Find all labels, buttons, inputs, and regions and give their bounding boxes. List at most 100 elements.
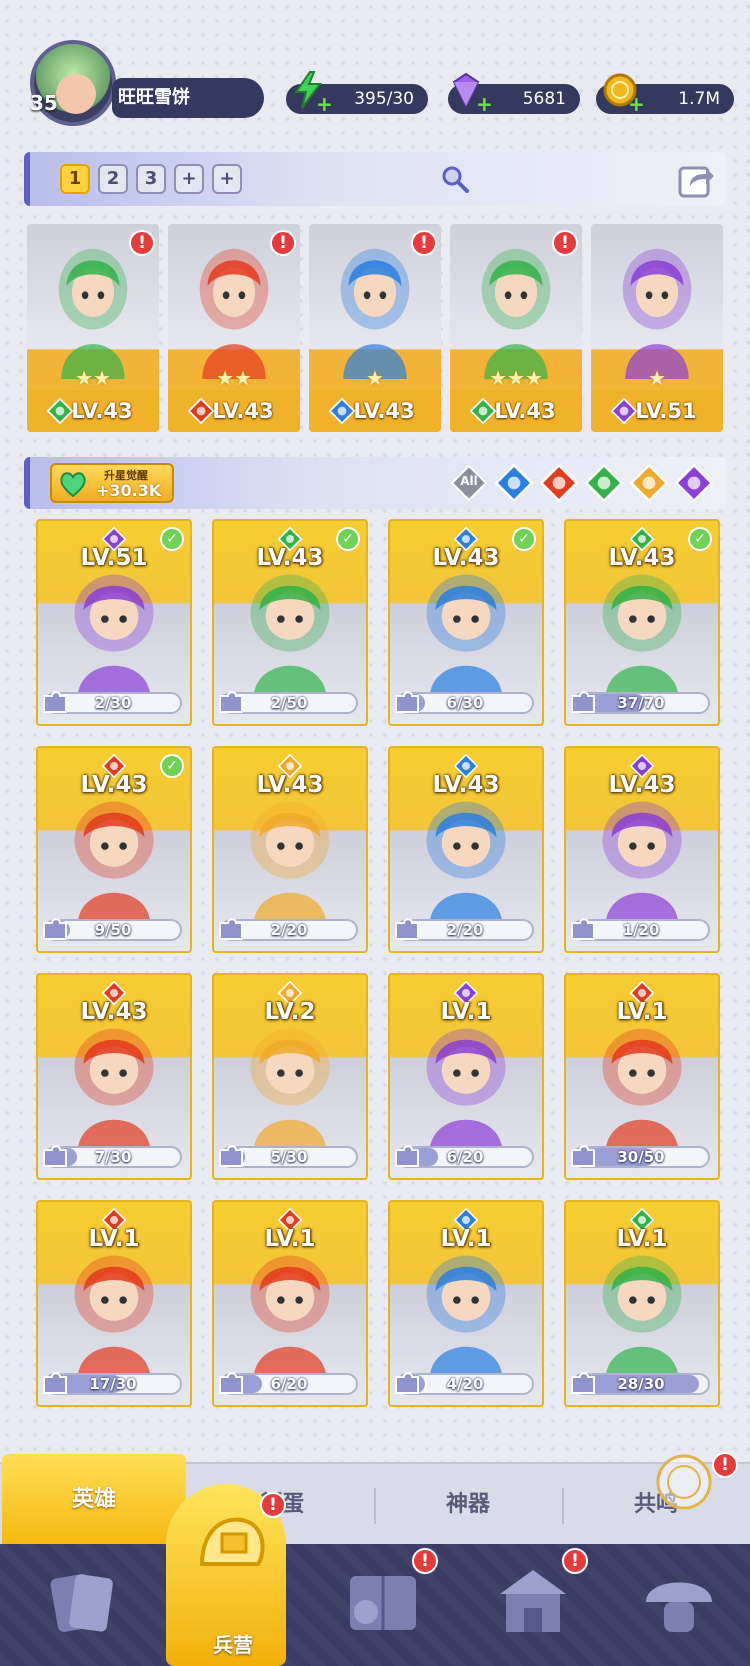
nav-barracks[interactable]: 兵营 ! [158,1484,308,1666]
hero-card[interactable]: LV.1 17/30 [36,1200,192,1407]
barracks-label: 兵营 [213,1633,253,1657]
hero-card[interactable]: LV.1 4/20 [388,1200,544,1407]
team-hero-card[interactable]: ★★ LV.43! [168,224,300,432]
top-bar: 35 旺旺雪饼 395/30 + 5681 + 1.7M + [0,0,750,130]
filter-dark-button[interactable] [674,463,714,503]
resonance-orb-icon[interactable] [652,1450,716,1514]
hero-portrait [426,574,506,699]
shard-puzzle-icon [571,691,595,713]
hero-portrait [74,1255,154,1380]
filter-fire-button[interactable] [539,463,579,503]
water-element-icon [329,398,355,424]
coins-value: 1.7M [678,89,720,109]
spellbook-icon [350,1576,416,1630]
team-hero-card[interactable]: ★★ LV.43! [27,224,159,432]
player-name[interactable]: 旺旺雪饼 [112,78,264,118]
hero-level: LV.2 [264,999,316,1025]
hero-card[interactable]: LV.2 5/30 [212,973,368,1180]
hero-level: LV.1 [440,999,492,1025]
heart-icon [60,472,86,498]
shard-puzzle-icon [43,691,67,713]
team-hero-card[interactable]: ★ LV.51 [591,224,723,432]
hero-card[interactable]: LV.43 2/20 [212,746,368,953]
team-tab-1[interactable]: 1 [60,164,90,194]
book-alert-badge: ! [412,1548,438,1574]
hero-card[interactable]: LV.51 ✓ 2/30 [36,519,192,726]
hero-level: LV.1 [440,1226,492,1252]
hero-stars: ★★★ [489,366,543,390]
energy-value: 395/30 [354,89,414,109]
hero-card[interactable]: LV.1 6/20 [212,1200,368,1407]
hero-card[interactable]: LV.1 30/50 [564,973,720,1180]
hero-portrait [426,1028,506,1153]
hero-level: LV.43 [256,772,324,798]
team-tab-add-1[interactable]: + [174,164,204,194]
filter-bar: 升星觉醒 +30.3K All [24,457,726,509]
hero-card[interactable]: LV.43 2/20 [388,746,544,953]
hero-alert-badge: ! [270,230,296,256]
filter-all-button[interactable]: All [450,464,488,502]
hero-portrait [250,1028,330,1153]
gems-plus-icon[interactable]: + [476,94,493,114]
light-element-icon [629,463,669,503]
filter-wind-button[interactable] [584,463,624,503]
shard-puzzle-icon [395,1372,419,1394]
filter-water-button[interactable] [494,463,534,503]
player-level: 35 [30,91,58,115]
upgrade-ready-check-icon: ✓ [688,527,712,551]
shard-puzzle-icon [219,691,243,713]
shrine-icon [500,1570,566,1632]
hero-portrait [74,1028,154,1153]
shard-puzzle-icon [43,918,67,940]
hero-card[interactable]: LV.43 1/20 [564,746,720,953]
cards-icon [50,1574,113,1632]
all-filter-label: All [460,474,478,488]
share-icon[interactable] [676,160,716,200]
team-tab-2[interactable]: 2 [98,164,128,194]
team-tab-3[interactable]: 3 [136,164,166,194]
nav-shrine[interactable]: ! [458,1544,608,1666]
star-awaken-button[interactable]: 升星觉醒 +30.3K [50,463,174,503]
hero-card[interactable]: LV.1 28/30 [564,1200,720,1407]
coins-plus-icon[interactable]: + [628,94,645,114]
upgrade-ready-check-icon: ✓ [160,754,184,778]
upgrade-ready-check-icon: ✓ [160,527,184,551]
hero-stars: ★★ [216,366,252,390]
nav-book[interactable]: ! [308,1544,458,1666]
team-hero-card[interactable]: ★ LV.43! [309,224,441,432]
team-hero-portrait [622,248,692,379]
team-hero-card[interactable]: ★★★ LV.43! [450,224,582,432]
hero-portrait [602,1255,682,1380]
hero-portrait [250,801,330,926]
tab-heroes[interactable]: 英雄 [2,1454,186,1546]
hero-portrait [426,1255,506,1380]
hero-alert-badge: ! [552,230,578,256]
hero-alert-badge: ! [411,230,437,256]
hero-level: LV.1 [616,999,668,1025]
hero-portrait [250,574,330,699]
hero-portrait [602,574,682,699]
hero-card[interactable]: LV.43 ✓ 6/30 [388,519,544,726]
energy-plus-icon[interactable]: + [316,94,333,114]
hero-level: LV.1 [264,1226,316,1252]
hero-level: LV.43 [608,772,676,798]
shard-puzzle-icon [219,918,243,940]
shard-puzzle-icon [571,918,595,940]
bottom-nav: 兵营 ! ! ! [0,1484,750,1666]
search-icon[interactable] [440,164,470,194]
team-tab-add-2[interactable]: + [212,164,242,194]
hero-card[interactable]: LV.43 ✓ 2/50 [212,519,368,726]
hero-card[interactable]: LV.43 ✓ 9/50 [36,746,192,953]
hero-card[interactable]: LV.43 7/30 [36,973,192,1180]
filter-light-button[interactable] [629,463,669,503]
hero-card[interactable]: LV.1 6/20 [388,973,544,1180]
wind-element-icon [584,463,624,503]
avatar-face [56,74,96,114]
resonance-alert-badge: ! [712,1452,738,1478]
nav-spirit[interactable] [604,1544,750,1666]
tab-artifacts[interactable]: 神器 [376,1464,560,1546]
shrine-alert-badge: ! [562,1548,588,1574]
hero-card[interactable]: LV.43 ✓ 37/70 [564,519,720,726]
fire-element-icon [539,463,579,503]
nav-cards[interactable] [8,1544,158,1666]
